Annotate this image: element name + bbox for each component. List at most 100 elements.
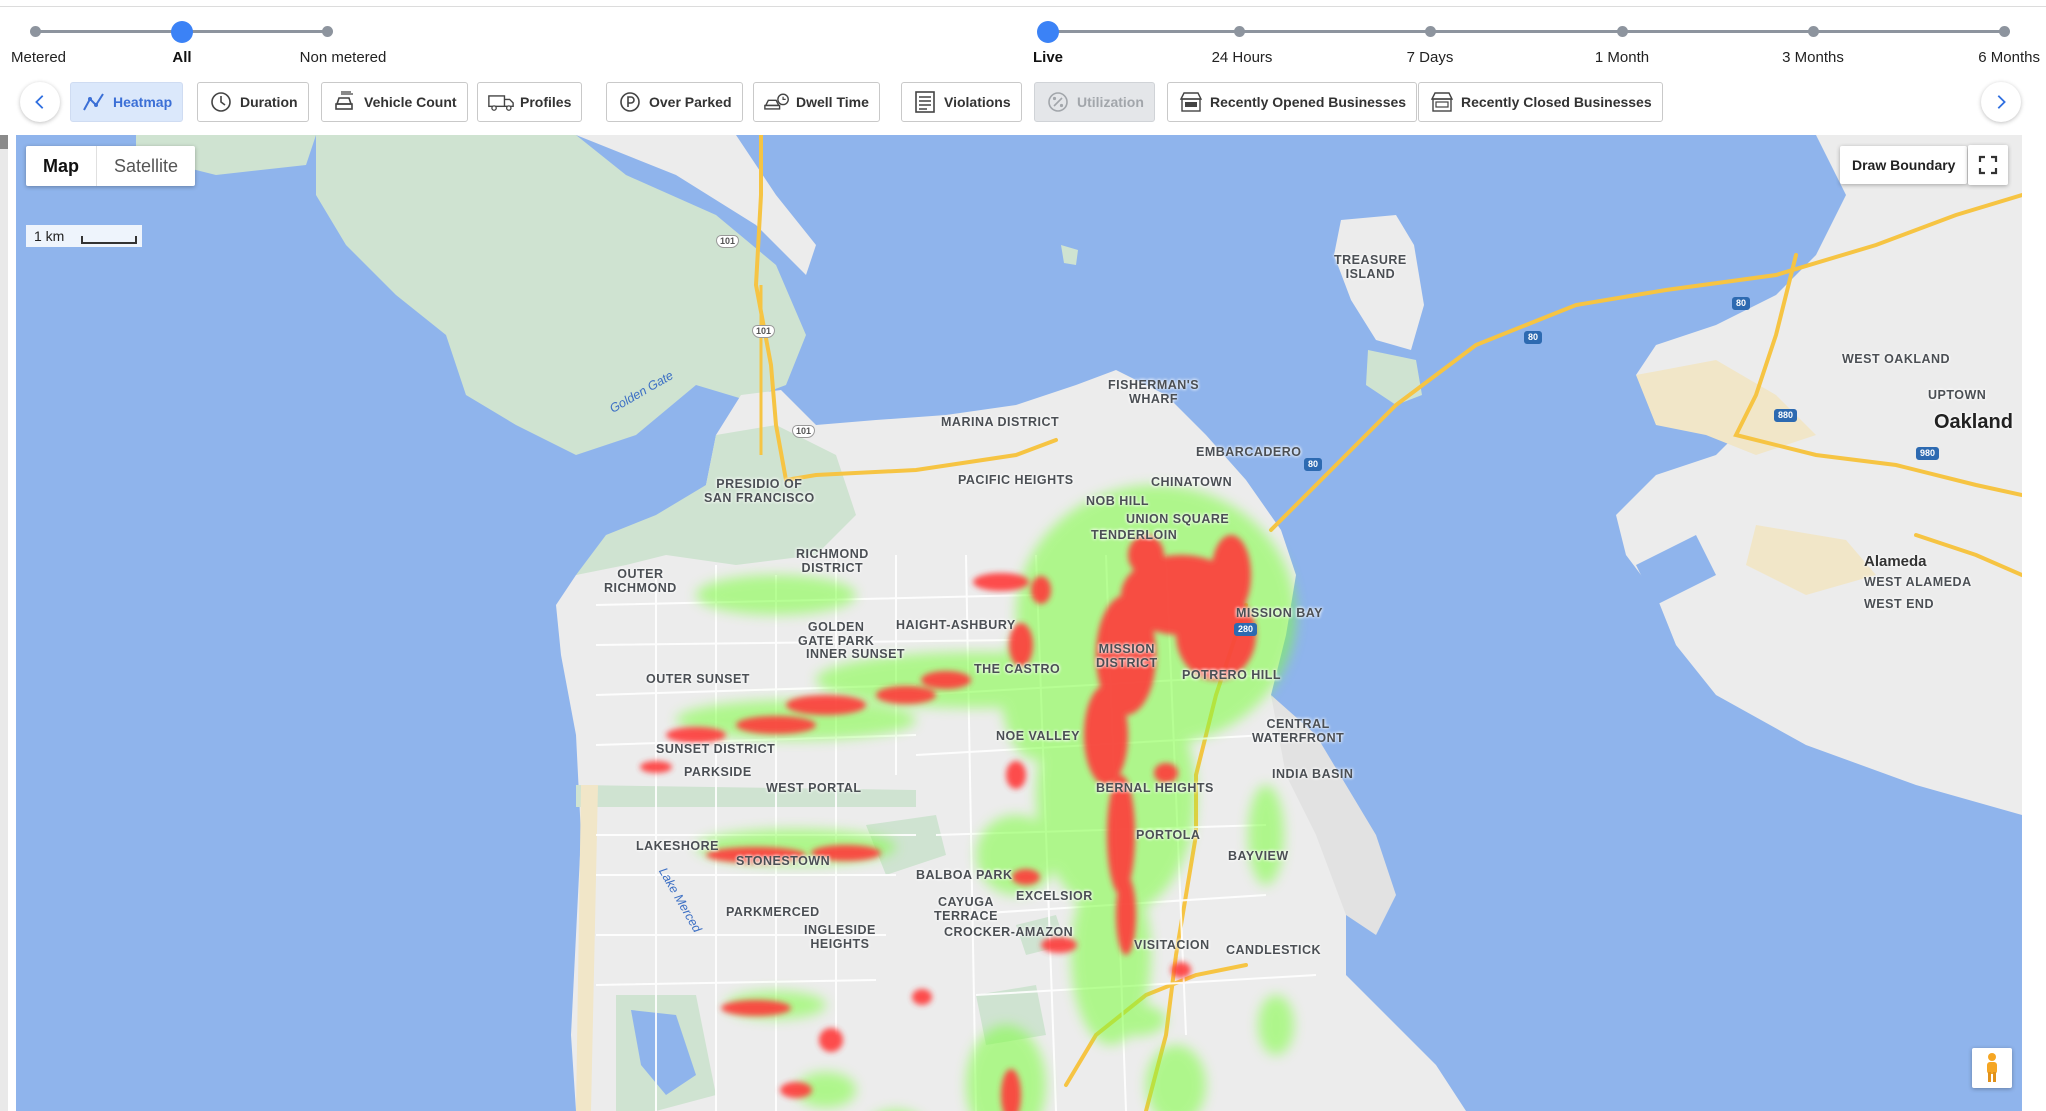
meter-stop-metered[interactable] [30, 26, 41, 37]
label-richmond: RICHMOND DISTRICT [796, 547, 869, 575]
meter-stop-all[interactable] [171, 21, 193, 43]
label-union-square: UNION SQUARE [1126, 512, 1230, 526]
label-balboa: BALBOA PARK [916, 868, 1013, 882]
time-label-7-days[interactable]: 7 Days [1407, 49, 1454, 66]
layer-chip-recently-opened[interactable]: Recently Opened Businesses [1167, 82, 1418, 122]
label-mission-bay: MISSION BAY [1236, 606, 1324, 620]
label-stonestown: STONESTOWN [736, 854, 831, 868]
draw-boundary-button[interactable]: Draw Boundary [1840, 146, 1968, 184]
label-treasure-island: TREASURE ISLAND [1334, 253, 1407, 281]
time-range-slider[interactable]: Live 24 Hours 7 Days 1 Month 3 Months 6 … [1033, 18, 2046, 68]
meter-stop-non-metered[interactable] [322, 26, 333, 37]
route-101-shield: 101 [752, 325, 776, 338]
label-alameda: Alameda [1864, 553, 1927, 570]
route-101-shield: 101 [716, 235, 740, 248]
open-store-icon [1178, 90, 1204, 114]
label-parkside: PARKSIDE [684, 765, 752, 779]
time-slider-track[interactable] [1048, 30, 2004, 33]
label-crocker: CROCKER-AMAZON [944, 925, 1074, 939]
top-divider [0, 6, 2046, 7]
label-inner-sunset: INNER SUNSET [806, 647, 906, 661]
time-label-24-hours[interactable]: 24 Hours [1212, 49, 1273, 66]
layer-toolbar: Heatmap Duration Vehicle Count Profiles … [0, 80, 2046, 128]
label-central-waterfront: CENTRAL WATERFRONT [1252, 717, 1345, 745]
car-count-icon [332, 90, 358, 114]
time-label-3-months[interactable]: 3 Months [1782, 49, 1844, 66]
interstate-80-shield: 80 [1732, 297, 1751, 310]
time-stop-7-days[interactable] [1425, 26, 1436, 37]
layer-chip-label: Heatmap [113, 94, 173, 110]
label-west-alameda: WEST ALAMEDA [1864, 575, 1972, 589]
interstate-280-shield: 280 [1234, 623, 1258, 636]
map-canvas[interactable] [16, 135, 2022, 1111]
street-view-pegman-button[interactable] [1972, 1048, 2012, 1088]
label-embarcadero: EMBARCADERO [1196, 445, 1302, 459]
time-stop-live[interactable] [1037, 21, 1059, 43]
truck-icon [488, 90, 514, 114]
interstate-80-shield: 80 [1524, 331, 1543, 344]
time-stop-3-months[interactable] [1808, 26, 1819, 37]
meter-filter-slider[interactable]: Metered All Non metered [11, 18, 395, 68]
time-stop-1-month[interactable] [1617, 26, 1628, 37]
meter-label-all[interactable]: All [172, 49, 191, 66]
left-scroll-strip[interactable] [0, 135, 8, 1111]
toolbar-prev-button[interactable] [20, 82, 60, 122]
time-stop-6-months[interactable] [1999, 26, 2010, 37]
time-label-1-month[interactable]: 1 Month [1595, 49, 1649, 66]
layer-chip-label: Violations [944, 94, 1011, 110]
layer-chip-label: Utilization [1077, 94, 1144, 110]
layer-chip-duration[interactable]: Duration [197, 82, 309, 122]
layer-chip-label: Recently Opened Businesses [1210, 94, 1407, 110]
layer-chip-dwell-time[interactable]: Dwell Time [753, 82, 880, 122]
label-presidio: PRESIDIO OF SAN FRANCISCO [704, 477, 815, 505]
label-candlestick: CANDLESTICK [1226, 943, 1322, 957]
layer-chip-utilization[interactable]: Utilization [1034, 82, 1155, 122]
label-cayuga: CAYUGA TERRACE [934, 895, 998, 923]
percent-icon [1045, 90, 1071, 114]
label-tenderloin: TENDERLOIN [1091, 528, 1178, 542]
layer-chip-over-parked[interactable]: Over Parked [606, 82, 743, 122]
interstate-980-shield: 980 [1916, 447, 1940, 460]
time-stop-24-hours[interactable] [1234, 26, 1245, 37]
meter-label-non-metered[interactable]: Non metered [300, 49, 387, 66]
label-india-basin: INDIA BASIN [1272, 767, 1354, 781]
pegman-icon [1987, 1053, 1997, 1082]
layer-chip-recently-closed[interactable]: Recently Closed Businesses [1418, 82, 1663, 122]
route-101-shield: 101 [792, 425, 816, 438]
label-bayview: BAYVIEW [1228, 849, 1289, 863]
fullscreen-button[interactable] [1968, 145, 2008, 185]
layer-chip-vehicle-count[interactable]: Vehicle Count [321, 82, 468, 122]
heatmap-map[interactable]: TREASURE ISLAND Golden Gate MARINA DISTR… [16, 135, 2022, 1111]
toolbar-next-button[interactable] [1981, 82, 2021, 122]
label-bernal: BERNAL HEIGHTS [1096, 781, 1214, 795]
interstate-880-shield: 880 [1774, 409, 1798, 422]
car-clock-icon [764, 90, 790, 114]
fullscreen-icon [1978, 155, 1998, 175]
scroll-knob[interactable] [0, 135, 8, 149]
layer-chip-label: Over Parked [649, 94, 732, 110]
layer-chip-label: Duration [240, 94, 298, 110]
label-oakland: Oakland [1934, 411, 2013, 433]
map-type-satellite-button[interactable]: Satellite [97, 146, 195, 186]
map-type-map-button[interactable]: Map [26, 146, 96, 186]
label-portola: PORTOLA [1136, 828, 1201, 842]
scale-ruler-icon [81, 236, 137, 244]
time-label-live[interactable]: Live [1033, 49, 1063, 66]
meter-label-metered[interactable]: Metered [11, 49, 66, 66]
layer-chip-violations[interactable]: Violations [901, 82, 1022, 122]
layer-chip-label: Dwell Time [796, 94, 869, 110]
map-type-toggle[interactable]: Map Satellite [26, 146, 196, 186]
time-label-6-months[interactable]: 6 Months [1978, 49, 2040, 66]
label-sunset: SUNSET DISTRICT [656, 742, 776, 756]
label-west-portal: WEST PORTAL [766, 781, 862, 795]
label-nob-hill: NOB HILL [1086, 494, 1150, 508]
label-parkmerced: PARKMERCED [726, 905, 820, 919]
interstate-80-shield: 80 [1304, 458, 1323, 471]
label-ingleside: INGLESIDE HEIGHTS [804, 923, 876, 951]
layer-chip-heatmap[interactable]: Heatmap [70, 82, 184, 122]
label-pacific-heights: PACIFIC HEIGHTS [958, 473, 1074, 487]
label-west-oakland: WEST OAKLAND [1842, 352, 1951, 366]
violation-list-icon [912, 90, 938, 114]
layer-chip-profiles[interactable]: Profiles [477, 82, 583, 122]
label-outer-sunset: OUTER SUNSET [646, 672, 750, 686]
